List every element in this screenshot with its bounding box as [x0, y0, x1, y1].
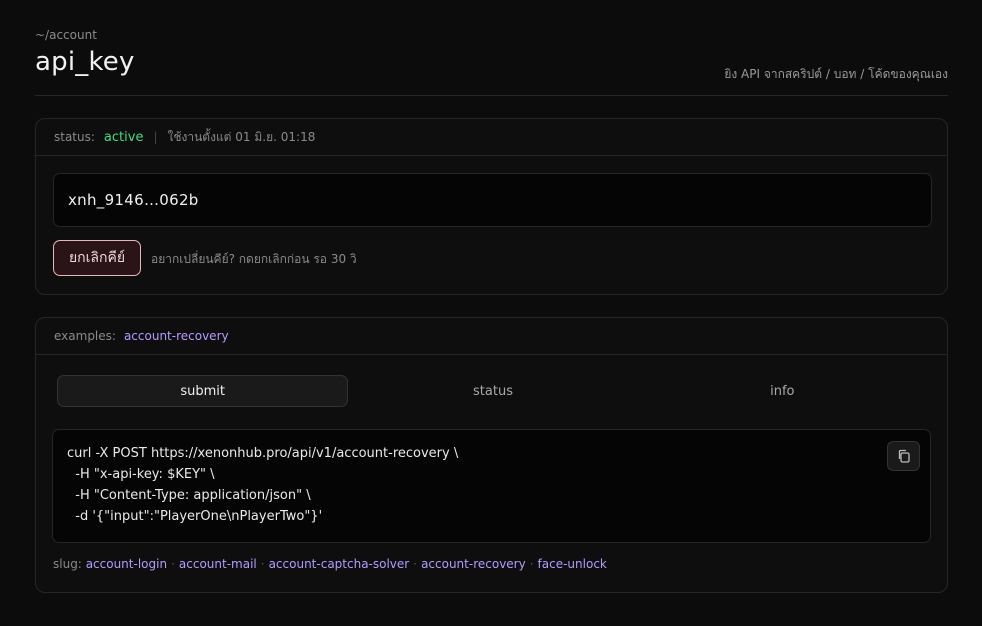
tab-submit[interactable]: submit	[57, 375, 349, 407]
revoke-hint: อยากเปลี่ยนคีย์? กดยกเลิกก่อน รอ 30 วิ	[151, 252, 357, 266]
active-since-text: ใช้งานตั้งแต่ 01 มิ.ย. 01:18	[167, 129, 316, 144]
status-separator: |	[153, 130, 158, 144]
account-page: ~/account api_key ยิง API จากสคริปต์ / บ…	[0, 0, 982, 626]
examples-header: examples: account-recovery	[36, 318, 947, 355]
status-label: status:	[54, 130, 95, 144]
code-line: -d '{"input":"PlayerOne\nPlayerTwo"}'	[67, 509, 323, 524]
examples-card: examples: account-recovery submit status…	[35, 317, 948, 593]
api-key-card: status: active | ใช้งานตั้งแต่ 01 มิ.ย. …	[35, 118, 948, 295]
status-row: status: active | ใช้งานตั้งแต่ 01 มิ.ย. …	[36, 119, 947, 156]
slug-separator: ·	[260, 557, 265, 571]
examples-current-link[interactable]: account-recovery	[124, 329, 229, 343]
status-badge: active	[103, 129, 144, 145]
revoke-key-button[interactable]: ยกเลิกคีย์	[53, 240, 141, 276]
copy-button[interactable]	[887, 441, 920, 471]
slug-link-account-login[interactable]: account-login	[86, 557, 167, 571]
slug-separator: ·	[171, 557, 175, 571]
slug-row: slug: account-login · account-mail · account…	[53, 557, 607, 571]
tab-status[interactable]: status	[348, 375, 637, 407]
slug-link-face-unlock[interactable]: face-unlock	[538, 557, 607, 571]
code-line: -H "x-api-key: $KEY" \	[67, 467, 215, 482]
api-key-value: xnh_9146…062b	[68, 191, 199, 209]
header-divider	[35, 95, 948, 96]
code-line: -H "Content-Type: application/json" \	[67, 488, 311, 503]
code-snippet[interactable]: curl -X POST https://xenonhub.pro/api/v1…	[52, 429, 931, 543]
examples-label: examples:	[54, 329, 116, 343]
slug-separator: ·	[529, 557, 534, 571]
slug-link-account-recovery[interactable]: account-recovery	[421, 557, 526, 571]
page-subtitle: ยิง API จากสคริปต์ / บอท / โค้ดของคุณเอง	[724, 67, 948, 81]
code-line: curl -X POST https://xenonhub.pro/api/v1…	[67, 446, 459, 461]
slug-separator: ·	[413, 557, 418, 571]
slug-link-account-mail[interactable]: account-mail	[179, 557, 257, 571]
api-key-display[interactable]: xnh_9146…062b	[53, 173, 932, 227]
slug-link-account-captcha-solver[interactable]: account-captcha-solver	[269, 557, 410, 571]
example-tabs: submit status info	[57, 375, 927, 407]
copy-icon	[898, 449, 910, 463]
breadcrumb: ~/account	[35, 28, 97, 42]
tab-info[interactable]: info	[638, 375, 927, 407]
page-title: api_key	[35, 47, 135, 77]
slug-label: slug:	[53, 557, 82, 571]
